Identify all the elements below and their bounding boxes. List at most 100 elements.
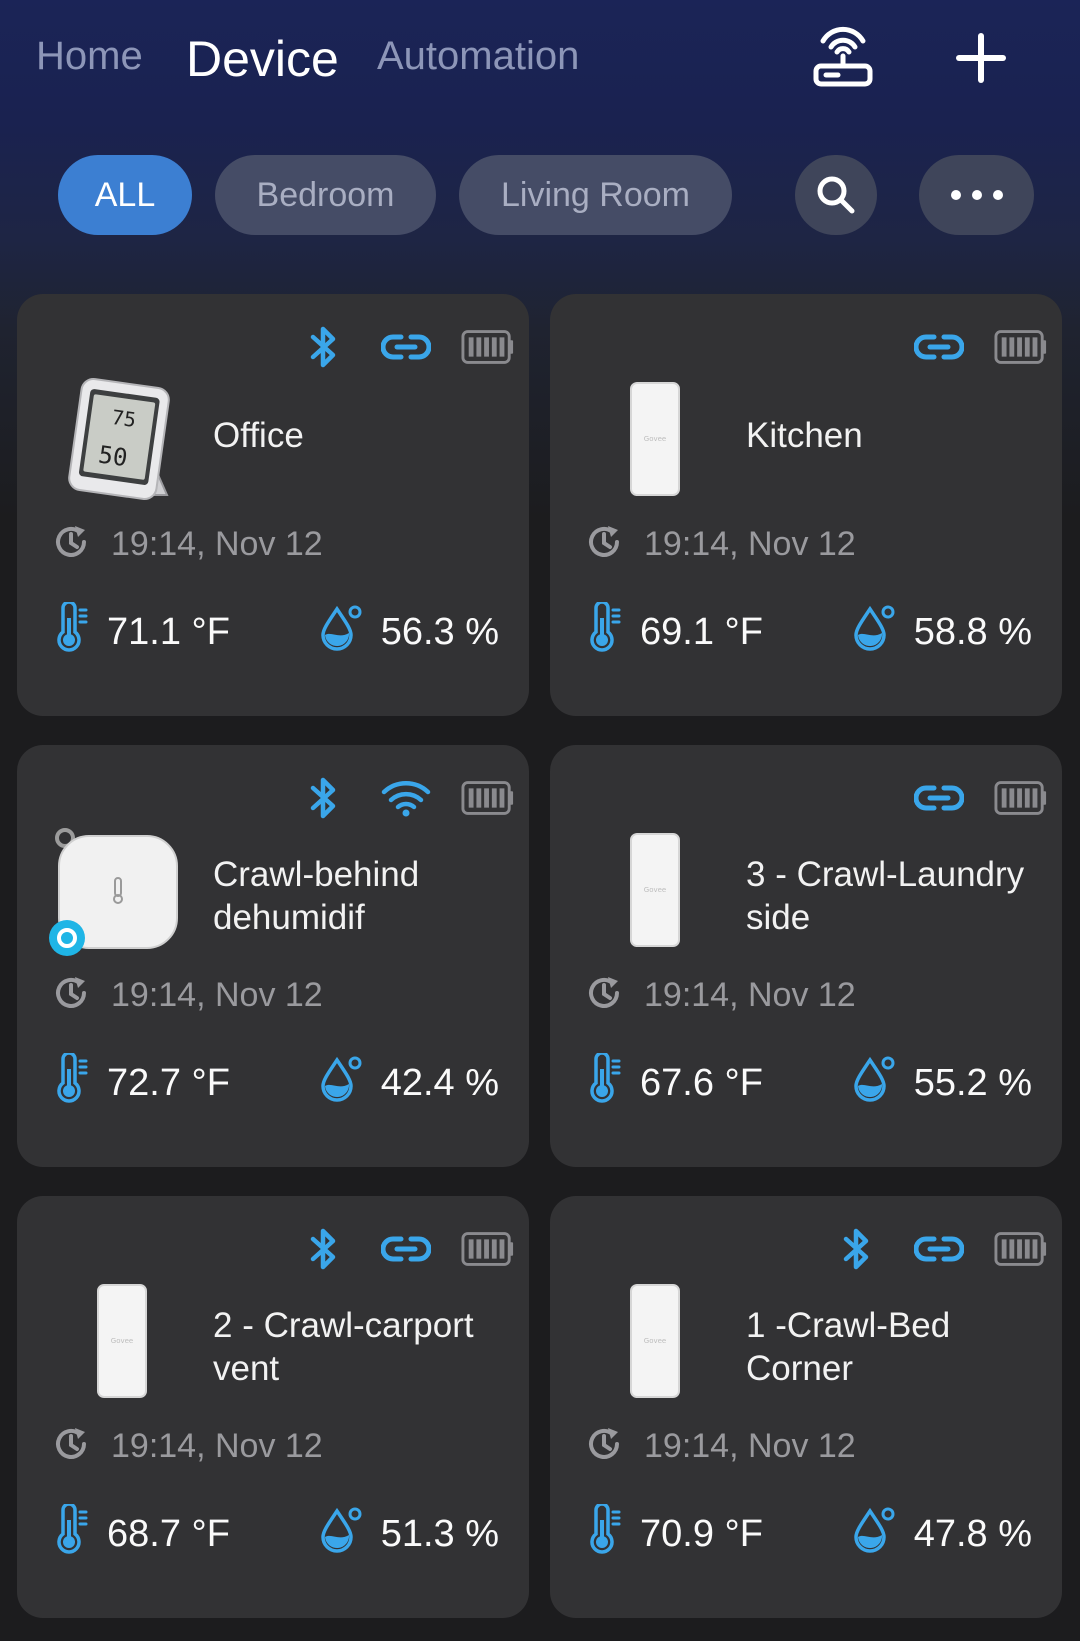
device-name: Office (213, 416, 304, 455)
temperature-reading: 70.9 °F (588, 1502, 763, 1564)
humidity-drop-icon (319, 603, 363, 661)
thermometer-icon (588, 600, 622, 662)
humidity-value: 42.4 % (380, 1061, 499, 1104)
search-button[interactable] (795, 155, 877, 235)
device-name: 3 - Crawl-Laundry side (746, 855, 1025, 937)
plus-icon (956, 33, 1006, 83)
last-updated: 19:14, Nov 12 (53, 1421, 323, 1471)
device-card[interactable]: Govee 2 - Crawl-carport vent 19:14, Nov 12… (17, 1196, 529, 1618)
device-thumbnail: Govee (580, 374, 730, 504)
last-updated: 19:14, Nov 12 (586, 1421, 856, 1471)
device-thumbnail: Govee (580, 1276, 730, 1406)
thermometer-icon (588, 1051, 622, 1113)
humidity-reading: 51.3 % (319, 1504, 499, 1564)
link-icon (912, 773, 966, 823)
link-icon (912, 322, 966, 372)
temperature-reading: 71.1 °F (55, 600, 230, 662)
device-name: Crawl-behind dehumidif (213, 855, 420, 937)
humidity-reading: 55.2 % (852, 1053, 1032, 1113)
gateway-router-icon (813, 26, 873, 87)
more-dots-icon (950, 190, 1003, 200)
humidity-reading: 47.8 % (852, 1504, 1032, 1564)
device-status-icons (297, 1224, 515, 1274)
device-card[interactable]: Govee 1 -Crawl-Bed Corner 19:14, Nov 12 70.… (550, 1196, 1062, 1618)
humidity-value: 56.3 % (380, 610, 499, 653)
svg-text:Govee: Govee (111, 1337, 133, 1345)
last-updated-time: 19:14, Nov 12 (644, 524, 856, 563)
temperature-value: 69.1 °F (640, 610, 763, 653)
device-status-icons (912, 322, 1048, 372)
svg-text:Govee: Govee (644, 435, 666, 443)
last-updated: 19:14, Nov 12 (586, 519, 856, 569)
device-status-icons (912, 773, 1048, 823)
thermometer-icon (55, 600, 89, 662)
temperature-value: 67.6 °F (640, 1061, 763, 1104)
humidity-drop-icon (852, 603, 896, 661)
device-card[interactable]: Govee 3 - Crawl-Laundry side 19:14, Nov 12… (550, 745, 1062, 1167)
svg-text:50: 50 (97, 440, 130, 472)
refresh-clock-icon (586, 524, 622, 565)
device-card[interactable]: Crawl-behind dehumidif 19:14, Nov 12 72.7 … (17, 745, 529, 1167)
tab-home[interactable]: Home (36, 34, 143, 79)
bluetooth-icon (830, 1224, 884, 1274)
battery-icon (994, 322, 1048, 372)
humidity-drop-icon (852, 1505, 896, 1563)
bluetooth-icon (297, 322, 351, 372)
gateway-button[interactable] (807, 22, 879, 94)
humidity-drop-icon (852, 1054, 896, 1112)
battery-icon (994, 773, 1048, 823)
tab-device[interactable]: Device (186, 30, 339, 88)
last-updated-time: 19:14, Nov 12 (111, 524, 323, 563)
wifi-icon (379, 773, 433, 823)
temperature-value: 70.9 °F (640, 1512, 763, 1555)
battery-icon (461, 773, 515, 823)
temperature-reading: 72.7 °F (55, 1051, 230, 1113)
link-icon (379, 322, 433, 372)
humidity-value: 55.2 % (913, 1061, 1032, 1104)
filter-chip-living-room[interactable]: Living Room (459, 155, 732, 235)
filter-chip-all[interactable]: ALL (58, 155, 192, 235)
device-card[interactable]: 75 50 Office 19:14, Nov 12 71.1 °F 56.3 % (17, 294, 529, 716)
bluetooth-icon (297, 1224, 351, 1274)
last-updated-time: 19:14, Nov 12 (644, 1426, 856, 1465)
link-icon (379, 1224, 433, 1274)
temperature-value: 72.7 °F (107, 1061, 230, 1104)
thermometer-icon (55, 1502, 89, 1564)
humidity-value: 58.8 % (913, 610, 1032, 653)
device-thumbnail (47, 825, 197, 956)
search-icon (817, 176, 855, 214)
temperature-reading: 68.7 °F (55, 1502, 230, 1564)
last-updated-time: 19:14, Nov 12 (644, 975, 856, 1014)
device-name: Kitchen (746, 416, 863, 455)
top-navigation: Home Device Automation (0, 0, 1080, 130)
add-device-button[interactable] (945, 22, 1017, 94)
last-updated: 19:14, Nov 12 (586, 970, 856, 1020)
device-name: 2 - Crawl-carport vent (213, 1306, 474, 1388)
svg-text:Govee: Govee (644, 1337, 666, 1345)
refresh-clock-icon (53, 1426, 89, 1467)
tab-automation[interactable]: Automation (377, 34, 579, 79)
last-updated-time: 19:14, Nov 12 (111, 975, 323, 1014)
refresh-clock-icon (586, 975, 622, 1016)
last-updated: 19:14, Nov 12 (53, 970, 323, 1020)
device-status-icons (297, 322, 515, 372)
thermometer-icon (588, 1502, 622, 1564)
refresh-clock-icon (586, 1426, 622, 1467)
humidity-reading: 58.8 % (852, 602, 1032, 662)
filter-chip-bedroom[interactable]: Bedroom (215, 155, 436, 235)
svg-text:Govee: Govee (644, 886, 666, 894)
room-filter-bar: ALL Bedroom Living Room (0, 155, 1080, 239)
battery-icon (994, 1224, 1048, 1274)
temperature-reading: 69.1 °F (588, 600, 763, 662)
svg-text:75: 75 (110, 405, 137, 432)
refresh-clock-icon (53, 975, 89, 1016)
device-thumbnail: Govee (47, 1276, 197, 1406)
thermometer-icon (55, 1051, 89, 1113)
device-card[interactable]: Govee Kitchen 19:14, Nov 12 69.1 °F 58.8 % (550, 294, 1062, 716)
temperature-value: 68.7 °F (107, 1512, 230, 1555)
humidity-value: 47.8 % (913, 1512, 1032, 1555)
temperature-value: 71.1 °F (107, 610, 230, 653)
humidity-drop-icon (319, 1054, 363, 1112)
more-options-button[interactable] (919, 155, 1034, 235)
humidity-value: 51.3 % (380, 1512, 499, 1555)
